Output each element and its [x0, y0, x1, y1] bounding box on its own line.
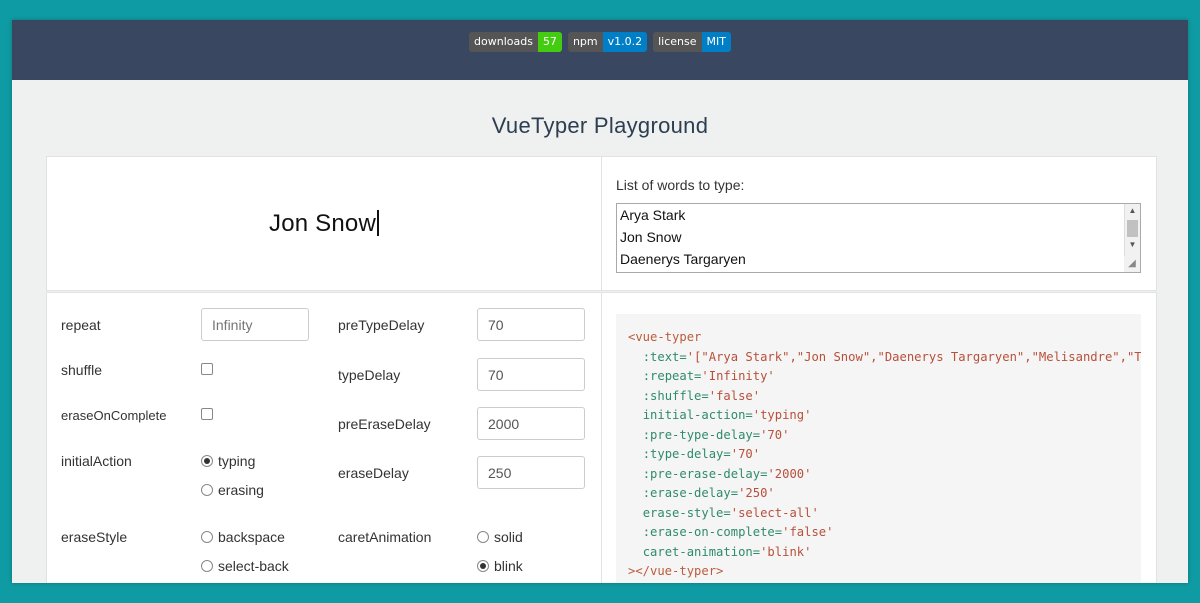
initial-action-label: initialAction — [61, 453, 132, 469]
license-badge[interactable]: license MIT — [653, 32, 731, 52]
code-attr: :repeat= — [642, 369, 702, 383]
erase-style-label: eraseStyle — [61, 529, 128, 545]
badge-value: MIT — [701, 32, 731, 52]
shuffle-checkbox[interactable] — [201, 363, 213, 375]
erase-on-complete-checkbox[interactable] — [201, 408, 213, 420]
code-value: 'blink' — [760, 544, 812, 559]
radio-dot — [201, 484, 213, 496]
code-open-tag: <vue-typer — [628, 330, 702, 344]
code-value: '2000' — [767, 466, 812, 481]
radio-label: blink — [494, 558, 523, 574]
options-panel: repeat shuffle eraseOnComplete initialAc… — [46, 292, 602, 583]
badge-key: downloads — [469, 32, 538, 52]
typed-text-content: Jon Snow — [269, 209, 376, 237]
radio-blink[interactable]: blink — [477, 558, 523, 574]
caret-animation-label: caretAnimation — [338, 529, 432, 545]
page-title: VueTyper Playground — [491, 113, 709, 138]
code-value: 'false' — [708, 388, 761, 403]
radio-dot — [201, 531, 213, 543]
radio-label: backspace — [218, 529, 285, 545]
code-attr: caret-animation= — [642, 544, 761, 559]
radio-dot — [201, 560, 213, 572]
code-value: 'select-all' — [730, 505, 819, 520]
erase-on-complete-label: eraseOnComplete — [61, 408, 167, 423]
caret — [377, 209, 379, 236]
typer-preview: Jon Snow — [46, 156, 602, 291]
code-value: 'false' — [782, 525, 834, 539]
code-attr: :erase-on-complete= — [642, 525, 783, 539]
radio-dot — [477, 531, 489, 543]
word-line: Daenerys Targaryen — [620, 251, 746, 267]
code-value: 'Infinity' — [701, 369, 775, 383]
typed-text: Jon Snow — [269, 209, 379, 238]
code-value: 'typing' — [752, 408, 812, 422]
pre-erase-delay-label: preEraseDelay — [338, 416, 431, 432]
code-attr: erase-style= — [642, 505, 731, 520]
code-attr: initial-action= — [642, 408, 753, 422]
code-attr: :type-delay= — [642, 447, 731, 461]
code-value: '["Arya Stark","Jon Snow","Daenerys Targ… — [686, 349, 1141, 364]
code-panel: <vue-typer :text='["Arya Stark","Jon Sno… — [601, 292, 1157, 583]
scroll-up-icon[interactable]: ▲ — [1125, 204, 1140, 218]
radio-label: erasing — [218, 482, 264, 498]
repeat-label: repeat — [61, 317, 101, 333]
words-panel: List of words to type: Arya Stark Jon Sn… — [601, 156, 1157, 291]
radio-solid[interactable]: solid — [477, 529, 523, 545]
repeat-input[interactable] — [201, 308, 309, 341]
radio-erasing[interactable]: erasing — [201, 482, 264, 498]
pre-type-delay-label: preTypeDelay — [338, 317, 425, 333]
type-delay-label: typeDelay — [338, 367, 401, 383]
badge-key: license — [653, 32, 702, 52]
npm-badge[interactable]: npm v1.0.2 — [567, 32, 648, 52]
words-textarea[interactable]: Arya Stark Jon Snow Daenerys Targaryen ▲… — [616, 203, 1141, 273]
pre-erase-delay-input[interactable] — [477, 407, 585, 440]
word-line: Arya Stark — [620, 207, 686, 223]
code-attr: :pre-type-delay= — [642, 427, 761, 442]
erase-delay-input[interactable] — [477, 456, 585, 489]
radio-label: solid — [494, 529, 523, 545]
radio-label: select-back — [218, 558, 289, 574]
shuffle-label: shuffle — [61, 362, 102, 378]
code-value: '70' — [760, 427, 790, 442]
badge-value: v1.0.2 — [602, 32, 648, 52]
code-snippet: <vue-typer :text='["Arya Stark","Jon Sno… — [616, 314, 1141, 583]
erase-delay-label: eraseDelay — [338, 465, 409, 481]
header-bar: downloads 57 npm v1.0.2 license MIT — [12, 20, 1188, 80]
resize-handle-icon[interactable]: ◢ — [1124, 256, 1140, 272]
radio-dot — [477, 560, 489, 572]
scroll-thumb[interactable] — [1127, 220, 1138, 237]
code-attr: :pre-erase-delay= — [642, 466, 768, 481]
code-attr: :text= — [642, 349, 687, 364]
type-delay-input[interactable] — [477, 358, 585, 391]
words-label: List of words to type: — [616, 177, 745, 193]
word-line: Jon Snow — [620, 229, 682, 245]
radio-label: typing — [218, 453, 256, 469]
code-close-tag: ></vue-typer> — [628, 564, 724, 578]
radio-typing[interactable]: typing — [201, 453, 255, 469]
scroll-down-icon[interactable]: ▼ — [1125, 238, 1140, 252]
code-value: '250' — [738, 486, 775, 500]
pre-type-delay-input[interactable] — [477, 308, 585, 341]
code-attr: :erase-delay= — [642, 486, 739, 500]
badge-key: npm — [567, 32, 603, 52]
radio-dot — [201, 455, 213, 467]
code-value: '70' — [730, 447, 761, 461]
radio-backspace[interactable]: backspace — [201, 529, 285, 545]
radio-select-back[interactable]: select-back — [201, 558, 289, 574]
app-window: downloads 57 npm v1.0.2 license MIT VueT… — [12, 20, 1188, 583]
badge-value: 57 — [537, 32, 562, 52]
downloads-badge[interactable]: downloads 57 — [469, 32, 562, 52]
code-attr: :shuffle= — [642, 388, 709, 403]
